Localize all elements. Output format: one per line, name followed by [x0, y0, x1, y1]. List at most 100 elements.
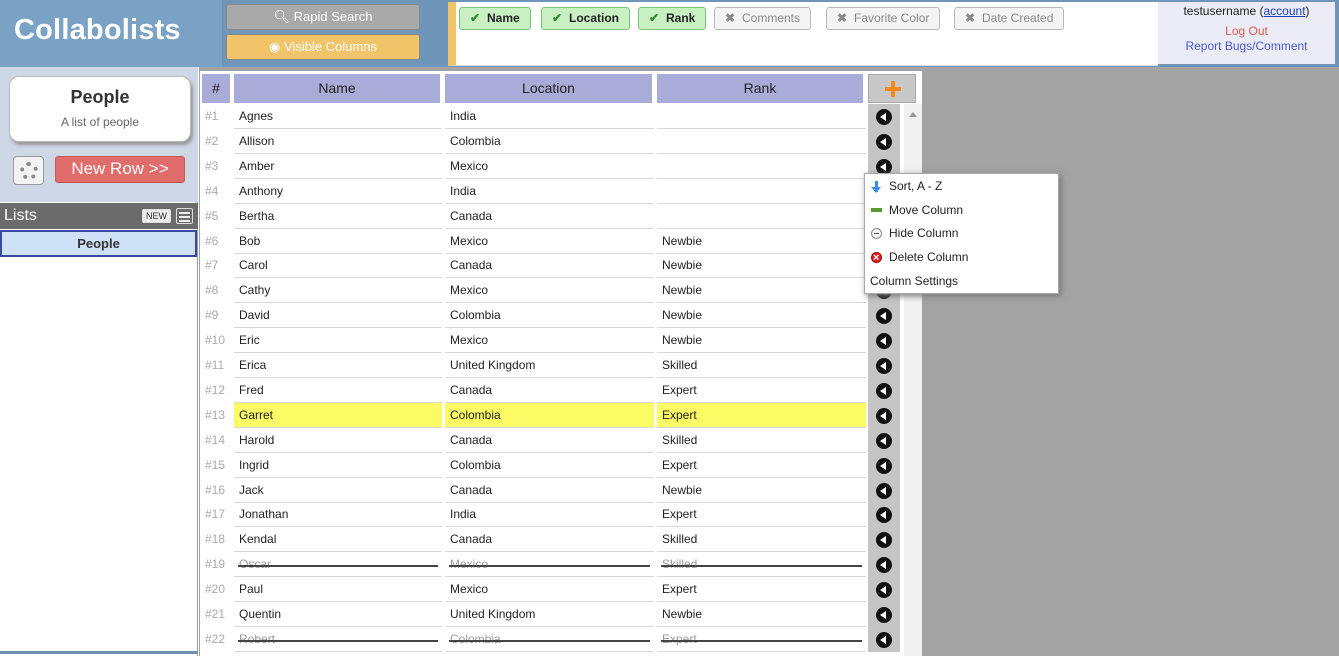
table-row[interactable]: #16 Jack Canada Newbie [200, 477, 900, 503]
column-header-location[interactable]: Location [445, 74, 654, 103]
cell-location[interactable]: Mexico [445, 278, 654, 304]
app-logo[interactable]: Collabolists [14, 14, 181, 47]
menu-item-sort[interactable]: Sort, A - Z [865, 175, 1058, 198]
cell-name[interactable]: Paul [234, 577, 442, 603]
cell-rank[interactable]: Skilled [657, 428, 866, 453]
cell-location[interactable]: Canada [445, 527, 654, 553]
table-row[interactable]: #1 Agnes India [200, 104, 900, 129]
menu-icon[interactable] [176, 208, 193, 224]
table-row[interactable]: #22 Robert Colombia Expert [200, 626, 900, 652]
table-row[interactable]: #18 Kendal Canada Skilled [200, 527, 900, 553]
table-row[interactable]: #4 Anthony India [200, 178, 900, 204]
row-expand-button[interactable] [868, 602, 900, 627]
cell-name[interactable]: Ingrid [234, 453, 442, 478]
cell-name[interactable]: Amber [234, 154, 442, 179]
cell-location[interactable]: Mexico [445, 552, 654, 578]
table-row[interactable]: #8 Cathy Mexico Newbie [200, 278, 900, 304]
row-expand-button[interactable] [868, 577, 900, 603]
column-toggle-favorite-color[interactable]: ✖ Favorite Color [826, 7, 941, 30]
table-row[interactable]: #12 Fred Canada Expert [200, 377, 900, 403]
cell-rank[interactable]: Newbie [657, 328, 866, 354]
table-row[interactable]: #20 Paul Mexico Expert [200, 577, 900, 603]
cell-location[interactable]: India [445, 179, 654, 204]
cell-name[interactable]: Kendal [234, 527, 442, 553]
table-row[interactable]: #15 Ingrid Colombia Expert [200, 452, 900, 478]
cell-rank[interactable]: Expert [657, 502, 866, 528]
cell-name[interactable]: Jonathan [234, 502, 442, 528]
cell-name[interactable]: Bertha [234, 204, 442, 229]
add-column-button[interactable] [868, 74, 916, 103]
column-toggle-date-created[interactable]: ✖ Date Created [954, 7, 1065, 30]
cell-name[interactable]: Harold [234, 428, 442, 453]
cell-rank[interactable]: Newbie [657, 278, 866, 304]
cell-rank[interactable]: Expert [657, 402, 866, 428]
row-expand-button[interactable] [868, 128, 900, 154]
cell-location[interactable]: Colombia [445, 129, 654, 154]
cell-location[interactable]: Colombia [445, 627, 654, 652]
cell-rank[interactable] [657, 179, 866, 204]
row-expand-button[interactable] [868, 402, 900, 428]
row-expand-button[interactable] [868, 626, 900, 652]
cell-location[interactable]: Canada [445, 478, 654, 503]
cell-rank[interactable]: Expert [657, 378, 866, 403]
cell-rank[interactable] [657, 129, 866, 154]
cell-name[interactable]: Anthony [234, 179, 442, 204]
column-header-rank[interactable]: Rank [657, 74, 865, 103]
cell-rank[interactable]: Newbie [657, 229, 866, 254]
table-row[interactable]: #2 Allison Colombia [200, 128, 900, 154]
cell-name[interactable]: Jack [234, 478, 442, 503]
column-toggle-location[interactable]: ✔ Location [541, 7, 630, 30]
row-expand-button[interactable] [868, 353, 900, 378]
cell-rank[interactable]: Newbie [657, 253, 866, 279]
cell-rank[interactable]: Expert [657, 627, 866, 652]
row-expand-button[interactable] [868, 527, 900, 553]
column-header-name[interactable]: Name [234, 74, 442, 103]
cell-location[interactable]: India [445, 502, 654, 528]
new-row-button[interactable]: New Row >> [55, 156, 185, 183]
cell-location[interactable]: Colombia [445, 453, 654, 478]
cell-location[interactable]: Colombia [445, 402, 654, 428]
cell-rank[interactable]: Skilled [657, 527, 866, 553]
table-row[interactable]: #11 Erica United Kingdom Skilled [200, 353, 900, 378]
account-link[interactable]: account [1264, 4, 1306, 18]
cell-rank[interactable]: Skilled [657, 353, 866, 378]
table-row[interactable]: #5 Bertha Canada [200, 203, 900, 229]
table-row[interactable]: #10 Eric Mexico Newbie [200, 328, 900, 354]
row-expand-button[interactable] [868, 303, 900, 329]
cell-rank[interactable]: Skilled [657, 552, 866, 578]
table-row[interactable]: #9 David Colombia Newbie [200, 303, 900, 329]
rapid-search-button[interactable]: 🔍︎ Rapid Search [226, 4, 420, 30]
list-settings-button[interactable] [13, 156, 44, 185]
cell-location[interactable]: Canada [445, 378, 654, 403]
cell-rank[interactable]: Newbie [657, 478, 866, 503]
cell-name[interactable]: Cathy [234, 278, 442, 304]
cell-rank[interactable]: Newbie [657, 303, 866, 329]
menu-item-column-settings[interactable]: Column Settings [865, 270, 1058, 293]
table-row[interactable]: #13 Garret Colombia Expert [200, 402, 900, 428]
menu-item-move-column[interactable]: Move Column [865, 199, 1058, 222]
column-toggle-name[interactable]: ✔ Name [459, 7, 531, 30]
menu-item-hide-column[interactable]: Hide Column [865, 222, 1058, 245]
table-row[interactable]: #6 Bob Mexico Newbie [200, 228, 900, 254]
column-header-number[interactable]: # [202, 74, 232, 103]
cell-rank[interactable]: Expert [657, 577, 866, 603]
logout-link[interactable]: Log Out [1158, 24, 1335, 38]
cell-location[interactable]: Mexico [445, 229, 654, 254]
report-bugs-link[interactable]: Report Bugs/Comment [1158, 39, 1335, 53]
cell-name[interactable]: Eric [234, 328, 442, 354]
list-info-card[interactable]: People A list of people [9, 76, 191, 142]
cell-name[interactable]: Garret [234, 402, 442, 428]
cell-name[interactable]: Robert [234, 627, 442, 652]
table-row[interactable]: #7 Carol Canada Newbie [200, 253, 900, 279]
table-row[interactable]: #19 Oscar Mexico Skilled [200, 552, 900, 578]
column-toggle-comments[interactable]: ✖ Comments [714, 7, 812, 30]
row-expand-button[interactable] [868, 502, 900, 528]
cell-name[interactable]: Carol [234, 253, 442, 279]
cell-name[interactable]: Quentin [234, 602, 442, 627]
cell-rank[interactable]: Newbie [657, 602, 866, 627]
row-expand-button[interactable] [868, 477, 900, 503]
cell-rank[interactable] [657, 104, 866, 129]
cell-rank[interactable]: Expert [657, 453, 866, 478]
scroll-up-arrow-icon[interactable] [909, 112, 917, 117]
cell-location[interactable]: Colombia [445, 303, 654, 329]
